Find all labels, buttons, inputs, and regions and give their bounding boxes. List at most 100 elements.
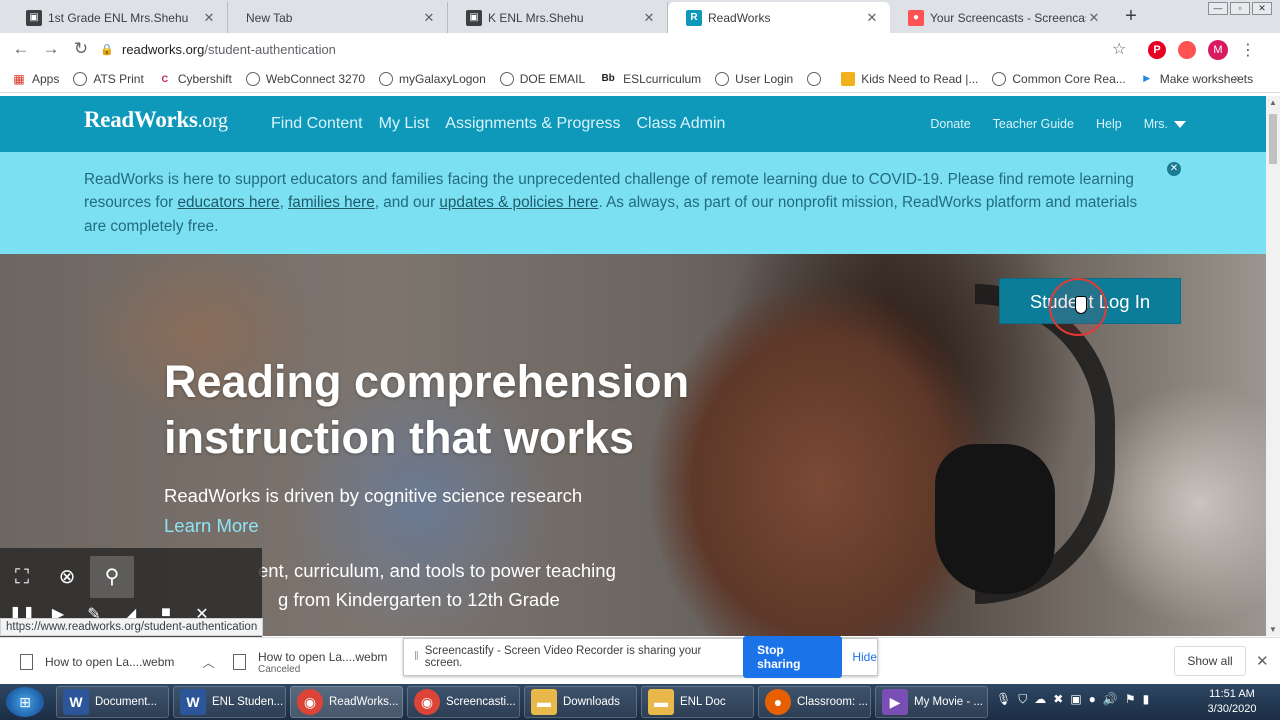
back-icon[interactable]: ← xyxy=(6,39,36,59)
bookmark-doe-email[interactable]: DOE EMAIL xyxy=(499,71,585,86)
bookmark-kids-need-to-read[interactable]: Kids Need to Read |... xyxy=(841,71,978,86)
bookmark-apps[interactable]: ▦ Apps xyxy=(12,72,59,86)
hero-title-line: instruction that works xyxy=(164,412,635,463)
volume-icon[interactable]: 🔊 xyxy=(1103,692,1118,707)
stop-sharing-button[interactable]: Stop sharing xyxy=(743,636,843,678)
bookmark-common-core[interactable]: Common Core Rea... xyxy=(992,71,1126,86)
microphone-icon[interactable]: 🎙 xyxy=(996,692,1011,707)
link-updates-policies[interactable]: updates & policies here xyxy=(439,194,598,211)
pinterest-icon[interactable]: P xyxy=(1148,41,1166,59)
bookmark-eslcurriculum[interactable]: Bb ESLcurriculum xyxy=(599,72,701,86)
nav-help[interactable]: Help xyxy=(1096,117,1122,131)
taskbar-item[interactable]: ◉ Screencasti... xyxy=(407,686,520,718)
bookmark-mygalaxy[interactable]: myGalaxyLogon xyxy=(379,71,486,86)
signal-icon[interactable]: ▮ xyxy=(1143,692,1150,707)
tab-readworks[interactable]: R ReadWorks ✕ xyxy=(668,2,890,33)
tab-title: Your Screencasts - Screencastify xyxy=(930,10,1086,25)
close-icon[interactable]: ✕ xyxy=(864,10,880,26)
page-scrollbar[interactable]: ▲ ▼ xyxy=(1266,96,1280,636)
focus-mouse-icon[interactable]: ⛶ xyxy=(0,556,44,598)
bookmark-webconnect[interactable]: WebConnect 3270 xyxy=(245,71,365,86)
nav-donate[interactable]: Donate xyxy=(930,117,970,131)
taskbar-item[interactable]: W ENL Studen... xyxy=(173,686,286,718)
cursor-highlight-icon[interactable]: ⊗ xyxy=(45,556,89,598)
taskbar-item[interactable]: ▶ My Movie - ... xyxy=(875,686,988,718)
nav-my-list[interactable]: My List xyxy=(379,115,430,133)
account-menu[interactable]: Mrs. xyxy=(1144,117,1186,131)
logo-suffix: .org xyxy=(197,110,228,132)
scroll-down-icon[interactable]: ▼ xyxy=(1269,625,1277,634)
close-icon[interactable]: ✕ xyxy=(201,10,217,26)
download-filename: How to open La....webm xyxy=(45,655,175,669)
chevron-up-icon[interactable]: ︿ xyxy=(202,654,214,671)
bookmark-cybershift[interactable]: C Cybershift xyxy=(158,72,232,86)
close-icon[interactable]: ✕ xyxy=(1086,10,1102,26)
error-icon[interactable]: ✖ xyxy=(1053,692,1063,707)
reload-icon[interactable]: ↻ xyxy=(66,39,96,59)
download-item[interactable]: How to open La....webm ︿ xyxy=(20,646,214,678)
kids-need-to-read-icon xyxy=(841,71,856,86)
drag-handle-icon[interactable]: ‖ xyxy=(414,651,419,663)
tab-k-enl[interactable]: ▣ K ENL Mrs.Shehu ✕ xyxy=(448,2,668,33)
menu-icon[interactable]: ⋮ xyxy=(1240,40,1256,60)
new-tab-button[interactable]: + xyxy=(1120,5,1142,27)
profile-avatar[interactable]: M xyxy=(1208,40,1228,60)
shield-icon[interactable]: ⛉ xyxy=(1018,692,1027,707)
download-item[interactable]: How to open La....webm Canceled xyxy=(233,646,387,678)
taskbar-item[interactable]: ▬ ENL Doc xyxy=(641,686,754,718)
classroom-icon: ▣ xyxy=(26,9,42,26)
learn-more-link[interactable]: Learn More xyxy=(164,515,259,537)
address-bar[interactable]: 🔒 readworks.org/student-authentication xyxy=(100,35,1140,63)
bookmark-label: Apps xyxy=(32,71,60,86)
tab-title: 1st Grade ENL Mrs.Shehu xyxy=(48,10,189,25)
click-highlight-icon[interactable]: ⚲ xyxy=(90,556,134,598)
close-icon[interactable]: ✕ xyxy=(1167,162,1181,176)
taskbar-item[interactable]: W Document... xyxy=(56,686,169,718)
globe-icon xyxy=(807,71,822,86)
bookmark-globe[interactable] xyxy=(807,71,827,86)
taskbar-item[interactable]: ◉ ReadWorks... xyxy=(290,686,403,718)
readworks-logo[interactable]: ReadWorks.org xyxy=(84,107,228,133)
bookmark-label: Cybershift xyxy=(177,71,232,86)
restore-icon[interactable]: ▫ xyxy=(1230,2,1250,15)
hand-cursor-icon xyxy=(1075,296,1087,314)
bookmark-ats-print[interactable]: ATS Print xyxy=(73,71,144,86)
close-icon[interactable]: ✕ xyxy=(1256,652,1269,670)
scroll-up-icon[interactable]: ▲ xyxy=(1269,98,1277,107)
scroll-thumb[interactable] xyxy=(1269,114,1277,164)
network-icon[interactable]: ▣ xyxy=(1070,692,1081,707)
caret-down-icon xyxy=(1174,121,1186,129)
taskbar-item[interactable]: ▬ Downloads xyxy=(524,686,637,718)
minimize-icon[interactable]: — xyxy=(1208,2,1228,15)
covid-banner: ReadWorks is here to support educators a… xyxy=(0,152,1266,254)
nav-find-content[interactable]: Find Content xyxy=(271,115,363,133)
nav-assignments-progress[interactable]: Assignments & Progress xyxy=(445,115,620,133)
taskbar-item[interactable]: ● Classroom: ... xyxy=(758,686,871,718)
hide-button[interactable]: Hide xyxy=(852,650,877,664)
link-families[interactable]: families here xyxy=(288,194,375,211)
flag-icon[interactable]: ⚑ xyxy=(1125,692,1136,707)
apps-grid-icon: ▦ xyxy=(13,71,25,86)
show-all-button[interactable]: Show all xyxy=(1174,646,1246,676)
nav-class-admin[interactable]: Class Admin xyxy=(636,115,725,133)
link-educators[interactable]: educators here xyxy=(178,194,280,211)
lock-icon[interactable]: 🔒 xyxy=(100,43,114,56)
screencastify-extension-icon[interactable] xyxy=(1178,41,1196,59)
nav-teacher-guide[interactable]: Teacher Guide xyxy=(993,117,1074,131)
bookmark-user-login[interactable]: User Login xyxy=(715,71,793,86)
tab-1st-grade[interactable]: ▣ 1st Grade ENL Mrs.Shehu ✕ xyxy=(8,2,228,33)
more-bookmarks-icon[interactable]: » xyxy=(1233,71,1240,85)
system-clock[interactable]: 11:51 AM 3/30/2020 xyxy=(1196,687,1268,717)
close-icon[interactable]: ✕ xyxy=(641,10,657,26)
notification-icon[interactable]: ● xyxy=(1089,692,1096,707)
close-window-icon[interactable]: ✕ xyxy=(1252,2,1272,15)
word-icon: W xyxy=(180,689,206,715)
close-icon[interactable]: ✕ xyxy=(421,10,437,26)
tab-new-tab[interactable]: New Tab ✕ xyxy=(228,2,448,33)
onedrive-icon[interactable]: ☁ xyxy=(1034,692,1046,707)
start-button[interactable]: ⊞ xyxy=(6,687,44,717)
tab-screencastify[interactable]: ● Your Screencasts - Screencastify ✕ xyxy=(890,2,1112,33)
hero-description-line: g from Kindergarten to 12th Grade xyxy=(278,589,560,610)
forward-icon[interactable]: → xyxy=(36,39,66,59)
bookmark-star-icon[interactable]: ☆ xyxy=(1112,39,1126,59)
